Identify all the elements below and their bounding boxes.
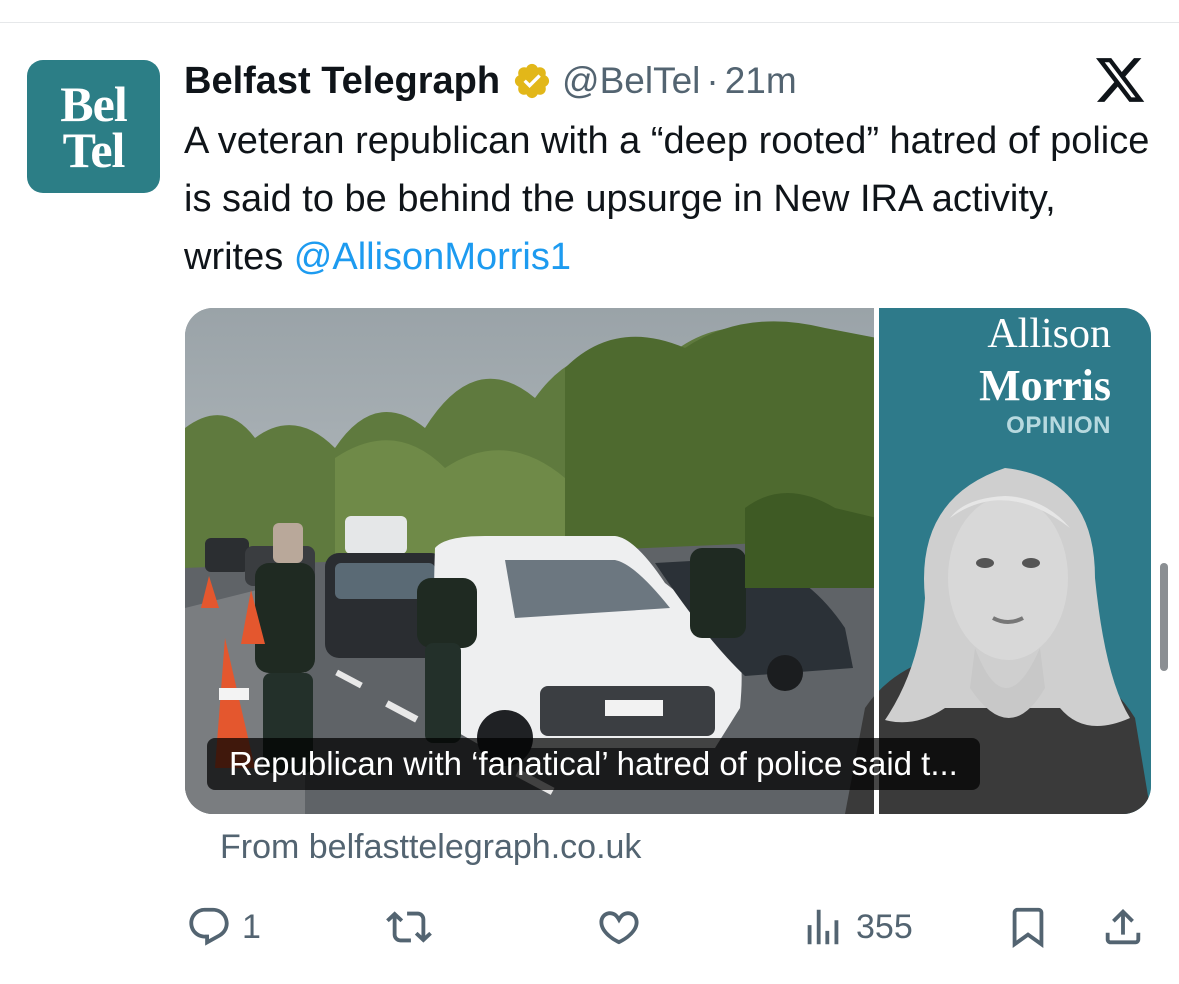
card-author-first: Allison (987, 311, 1111, 357)
share-icon (1105, 908, 1141, 945)
bookmark-button[interactable] (1005, 895, 1051, 959)
card-source[interactable]: From belfasttelegraph.co.uk (220, 828, 641, 867)
avatar-text-line-1: Bel (60, 75, 127, 132)
verified-badge-icon[interactable] (512, 61, 552, 101)
avatar-text-line-2: Tel (62, 121, 126, 178)
action-bar: 1 355 (0, 895, 1179, 959)
share-button[interactable] (1100, 895, 1146, 959)
x-logo-icon[interactable] (1096, 58, 1146, 104)
card-title[interactable]: Republican with ‘fanatical’ hatred of po… (207, 738, 980, 790)
card-author-last: Morris (979, 361, 1111, 410)
avatar[interactable]: Bel Tel (27, 60, 160, 193)
views-icon (807, 909, 839, 945)
display-name[interactable]: Belfast Telegraph (184, 60, 500, 103)
reply-icon (189, 907, 229, 946)
handle[interactable]: @BelTel (562, 60, 700, 102)
views-count: 355 (856, 907, 913, 946)
reply-count: 1 (242, 907, 261, 946)
timestamp[interactable]: 21m (725, 60, 797, 102)
reply-button[interactable]: 1 (186, 895, 261, 959)
retweet-button[interactable] (386, 895, 442, 959)
scrollbar[interactable] (1160, 563, 1168, 671)
retweet-icon (386, 911, 432, 943)
like-button[interactable] (596, 895, 652, 959)
tweet-text: A veteran republican with a “deep rooted… (184, 112, 1159, 286)
mention-link[interactable]: @AllisonMorris1 (294, 236, 571, 278)
top-divider (0, 22, 1179, 23)
link-card[interactable]: Allison Morris OPINION Republican with ‘… (185, 308, 1151, 814)
tweet-header: Belfast Telegraph @BelTel · 21m (184, 56, 797, 106)
like-icon (599, 911, 639, 945)
opinion-label: OPINION (1006, 412, 1111, 439)
views-button[interactable]: 355 (800, 895, 913, 959)
bookmark-icon (1012, 907, 1044, 948)
separator-dot: · (706, 60, 719, 101)
